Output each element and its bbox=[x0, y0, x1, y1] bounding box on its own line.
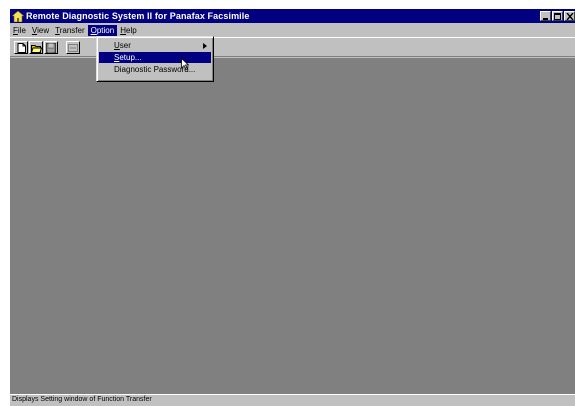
option-menu: User Setup... Diagnostic Password... bbox=[96, 36, 214, 82]
open-folder-icon bbox=[31, 45, 42, 53]
transfer-button[interactable] bbox=[66, 41, 80, 54]
submenu-arrow-icon bbox=[203, 43, 207, 49]
window-controls bbox=[540, 11, 575, 21]
title-bar[interactable]: Remote Diagnostic System II for Panafax … bbox=[10, 9, 575, 23]
menu-transfer[interactable]: Transfer bbox=[52, 25, 88, 36]
window-title: Remote Diagnostic System II for Panafax … bbox=[26, 11, 250, 21]
maximize-icon bbox=[554, 13, 561, 20]
app-icon[interactable] bbox=[12, 10, 24, 22]
menu-item-setup-label: etup... bbox=[119, 53, 142, 62]
status-bar: Displays Setting window of Function Tran… bbox=[10, 394, 575, 406]
status-text: Displays Setting window of Function Tran… bbox=[12, 396, 152, 403]
transfer-icon bbox=[68, 44, 78, 52]
menu-item-user[interactable]: User bbox=[99, 40, 211, 51]
new-button[interactable] bbox=[14, 41, 28, 54]
minimize-icon bbox=[543, 18, 548, 20]
save-disk-icon bbox=[46, 43, 56, 53]
menu-option-label: ption bbox=[96, 25, 115, 35]
app-window: Remote Diagnostic System II for Panafax … bbox=[10, 9, 575, 406]
save-button[interactable] bbox=[44, 41, 58, 54]
open-button[interactable] bbox=[29, 41, 43, 54]
menu-option[interactable]: Option bbox=[87, 24, 118, 36]
menu-view[interactable]: View bbox=[29, 25, 52, 36]
menu-item-setup[interactable]: Setup... bbox=[99, 52, 211, 70]
menu-bar: File View Transfer Option Help bbox=[10, 24, 575, 36]
workspace-area[interactable] bbox=[10, 58, 575, 395]
menu-help[interactable]: Help bbox=[117, 25, 139, 36]
minimize-button[interactable] bbox=[540, 11, 551, 21]
close-icon bbox=[566, 13, 574, 20]
menu-item-diagnostic-password-label: Diagnostic Password... bbox=[114, 65, 196, 74]
toolbar bbox=[10, 37, 575, 57]
menu-transfer-label: ransfer bbox=[59, 25, 85, 35]
menu-item-user-label: ser bbox=[119, 41, 131, 50]
menu-file-label: ile bbox=[17, 25, 26, 35]
close-button[interactable] bbox=[564, 11, 575, 21]
menu-item-diagnostic-password[interactable]: Diagnostic Password... bbox=[99, 64, 211, 75]
menu-file[interactable]: File bbox=[10, 25, 29, 36]
new-file-icon bbox=[17, 43, 26, 53]
menu-view-label: iew bbox=[37, 25, 50, 35]
maximize-button[interactable] bbox=[552, 11, 563, 21]
menu-help-label: elp bbox=[126, 25, 137, 35]
